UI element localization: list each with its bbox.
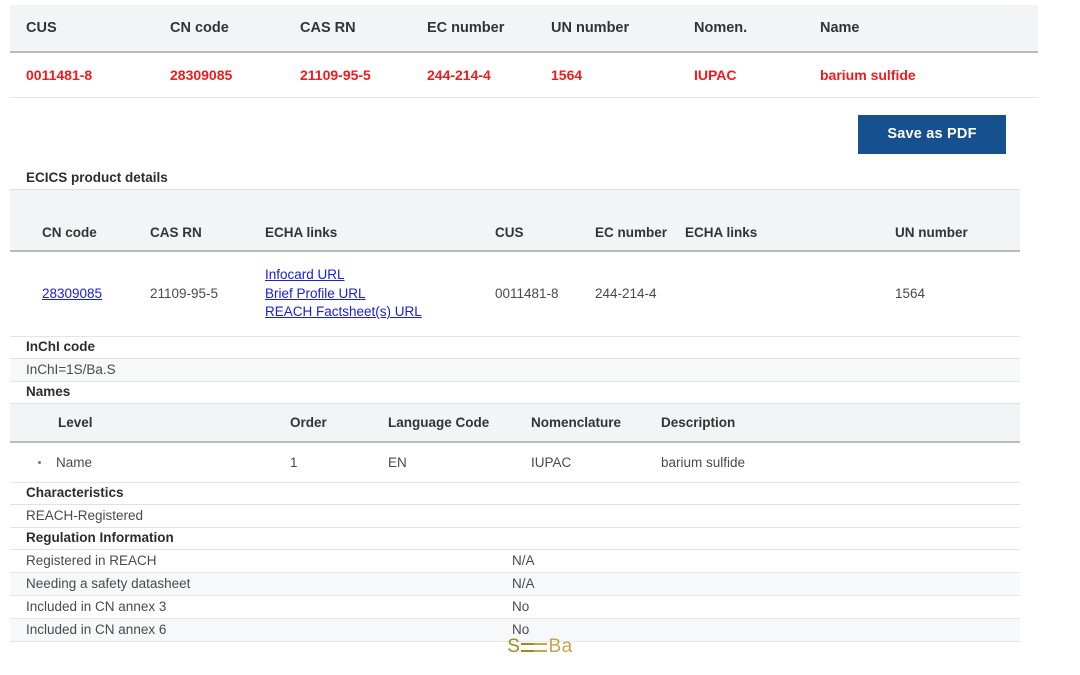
names-cell-description: barium sulfide bbox=[661, 442, 1020, 483]
ecics-header-ec-number: EC number bbox=[595, 190, 685, 251]
atom-sulfur-label: S bbox=[507, 636, 520, 658]
summary-value-name: barium sulfide bbox=[820, 52, 1038, 98]
summary-value-nomen: IUPAC bbox=[694, 52, 820, 98]
ecics-header-cn-code: CN code bbox=[10, 190, 150, 251]
ecics-header-cas-rn: CAS RN bbox=[150, 190, 265, 251]
names-header-level: Level bbox=[10, 404, 290, 442]
ecics-cell-echa-links: Infocard URL Brief Profile URL REACH Fac… bbox=[265, 251, 495, 336]
save-as-pdf-button[interactable]: Save as PDF bbox=[858, 115, 1006, 154]
summary-header-cas-rn: CAS RN bbox=[300, 5, 427, 52]
names-cell-order: 1 bbox=[290, 442, 388, 483]
double-bond-icon bbox=[521, 643, 547, 652]
chemical-structure-image: S Ba bbox=[0, 636, 1080, 658]
ecics-header-un-number: UN number bbox=[895, 190, 1020, 251]
regulation-label-registered-in-reach: Registered in REACH bbox=[10, 550, 512, 573]
inchi-section-title: InChI code bbox=[10, 337, 1020, 359]
characteristics-value: REACH-Registered bbox=[10, 505, 1020, 528]
summary-header-cn-code: CN code bbox=[170, 5, 300, 52]
regulation-value-registered-in-reach: N/A bbox=[512, 550, 1020, 573]
summary-header-ec-number: EC number bbox=[427, 5, 551, 52]
ecics-cell-ec-number: 244-214-4 bbox=[595, 251, 685, 336]
names-level-label: Name bbox=[56, 455, 92, 470]
ecics-cell-cn-code: 28309085 bbox=[10, 251, 150, 336]
ecics-section-title: ECICS product details bbox=[10, 168, 1020, 190]
names-cell-language-code: EN bbox=[388, 442, 531, 483]
table-row: Registered in REACH N/A bbox=[10, 550, 1020, 573]
cn-code-link[interactable]: 28309085 bbox=[42, 286, 102, 301]
names-cell-nomenclature: IUPAC bbox=[531, 442, 661, 483]
regulation-label-safety-datasheet: Needing a safety datasheet bbox=[10, 572, 512, 595]
reach-factsheet-url-link[interactable]: REACH Factsheet(s) URL bbox=[265, 303, 422, 322]
brief-profile-url-link[interactable]: Brief Profile URL bbox=[265, 285, 366, 304]
regulation-value-safety-datasheet: N/A bbox=[512, 572, 1020, 595]
table-row: Name 1 EN IUPAC barium sulfide bbox=[10, 442, 1020, 483]
regulation-section-title: Regulation Information bbox=[10, 528, 1020, 550]
summary-header-cus: CUS bbox=[10, 5, 170, 52]
infocard-url-link[interactable]: Infocard URL bbox=[265, 266, 345, 285]
ecics-cell-cas-rn: 21109-95-5 bbox=[150, 251, 265, 336]
names-table: Level Order Language Code Nomenclature D… bbox=[10, 404, 1020, 483]
ecics-product-page: CUS CN code CAS RN EC number UN number N… bbox=[0, 0, 1080, 675]
summary-value-ec-number: 244-214-4 bbox=[427, 52, 551, 98]
table-row[interactable]: 0011481-8 28309085 21109-95-5 244-214-4 … bbox=[10, 52, 1038, 98]
summary-value-cas-rn: 21109-95-5 bbox=[300, 52, 427, 98]
regulation-label-cn-annex-3: Included in CN annex 3 bbox=[10, 595, 512, 618]
summary-value-un-number: 1564 bbox=[551, 52, 694, 98]
characteristics-section-title: Characteristics bbox=[10, 483, 1020, 505]
bullet-icon bbox=[38, 461, 41, 464]
summary-value-cus: 0011481-8 bbox=[10, 52, 170, 98]
names-cell-level: Name bbox=[10, 442, 290, 483]
ecics-header-cus: CUS bbox=[495, 190, 595, 251]
ecics-cell-un-number: 1564 bbox=[895, 251, 1020, 336]
summary-header-nomen: Nomen. bbox=[694, 5, 820, 52]
summary-value-cn-code: 28309085 bbox=[170, 52, 300, 98]
names-header-description: Description bbox=[661, 404, 1020, 442]
table-row: Needing a safety datasheet N/A bbox=[10, 572, 1020, 595]
summary-header-name: Name bbox=[820, 5, 1038, 52]
inchi-code-value: InChI=1S/Ba.S bbox=[10, 359, 1020, 382]
summary-header-row: CUS CN code CAS RN EC number UN number N… bbox=[10, 5, 1038, 52]
atom-barium-label: Ba bbox=[548, 636, 572, 658]
ecics-details-table: CN code CAS RN ECHA links CUS EC number … bbox=[10, 190, 1020, 337]
ecics-cell-echa-links-2 bbox=[685, 251, 895, 336]
ecics-header-row: CN code CAS RN ECHA links CUS EC number … bbox=[10, 190, 1020, 251]
ecics-header-echa-links-2: ECHA links bbox=[685, 190, 895, 251]
table-row: 28309085 21109-95-5 Infocard URL Brief P… bbox=[10, 251, 1020, 336]
regulation-table: Registered in REACH N/A Needing a safety… bbox=[10, 550, 1020, 642]
names-section-title: Names bbox=[10, 382, 1020, 404]
ecics-header-echa-links: ECHA links bbox=[265, 190, 495, 251]
table-row: Included in CN annex 3 No bbox=[10, 595, 1020, 618]
names-header-language-code: Language Code bbox=[388, 404, 531, 442]
summary-table: CUS CN code CAS RN EC number UN number N… bbox=[10, 5, 1038, 98]
names-header-row: Level Order Language Code Nomenclature D… bbox=[10, 404, 1020, 442]
names-header-order: Order bbox=[290, 404, 388, 442]
pdf-toolbar: Save as PDF bbox=[10, 115, 1038, 155]
regulation-value-cn-annex-3: No bbox=[512, 595, 1020, 618]
names-header-nomenclature: Nomenclature bbox=[531, 404, 661, 442]
detail-container: ECICS product details CN code CAS RN ECH… bbox=[10, 168, 1020, 642]
ecics-cell-cus: 0011481-8 bbox=[495, 251, 595, 336]
structure-formula: S Ba bbox=[507, 636, 572, 658]
summary-header-un-number: UN number bbox=[551, 5, 694, 52]
